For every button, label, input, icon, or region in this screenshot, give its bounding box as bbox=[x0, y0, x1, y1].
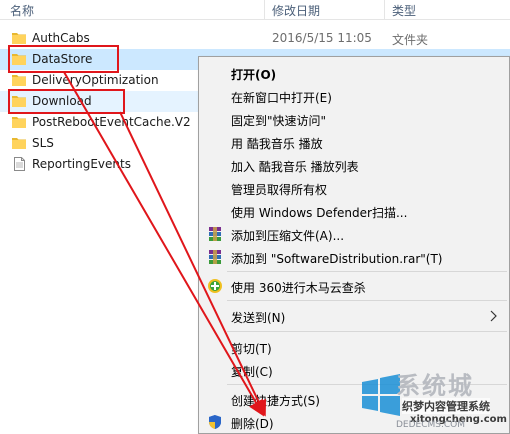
chevron-right-icon bbox=[490, 310, 497, 322]
menu-item-label: 添加到压缩文件(A)... bbox=[231, 229, 345, 243]
column-divider[interactable] bbox=[264, 0, 265, 20]
360-shield-icon bbox=[208, 279, 222, 293]
menu-item-label: 添加到 "SoftwareDistribution.rar"(T) bbox=[231, 252, 443, 266]
winrar-icon bbox=[209, 250, 221, 264]
menu-item-defender-scan[interactable]: 使用 Windows Defender扫描... bbox=[199, 200, 509, 222]
menu-item-open[interactable]: 打开(O) bbox=[199, 62, 509, 84]
folder-icon bbox=[12, 33, 26, 44]
menu-item-label: 加入 酷我音乐 播放列表 bbox=[231, 160, 359, 174]
file-icon bbox=[14, 157, 25, 171]
menu-item-add-rar[interactable]: 添加到 "SoftwareDistribution.rar"(T) bbox=[199, 246, 509, 268]
file-name: ReportingEvents bbox=[32, 157, 131, 171]
menu-item-label: 在新窗口中打开(E) bbox=[231, 91, 332, 105]
column-header: 名称 修改日期 类型 bbox=[0, 0, 510, 20]
column-type-header[interactable]: 类型 bbox=[392, 2, 416, 19]
winrar-icon bbox=[209, 227, 221, 241]
menu-item-label: 打开(O) bbox=[231, 68, 277, 82]
file-name: PostRebootEventCache.V2 bbox=[32, 115, 191, 129]
menu-item-cut[interactable]: 剪切(T) bbox=[199, 336, 509, 358]
menu-item-label: 复制(C) bbox=[231, 365, 273, 379]
menu-item-label: 管理员取得所有权 bbox=[231, 183, 328, 197]
watermark-cms-text: 织梦内容管理系统 bbox=[402, 398, 490, 414]
menu-item-label: 固定到"快速访问" bbox=[231, 114, 327, 128]
folder-icon bbox=[12, 138, 26, 149]
column-divider[interactable] bbox=[384, 0, 385, 20]
file-name: DeliveryOptimization bbox=[32, 73, 159, 87]
menu-item-send-to[interactable]: 发送到(N) bbox=[199, 305, 509, 327]
menu-item-label: 使用 Windows Defender扫描... bbox=[231, 206, 408, 220]
watermark-url: DEDECMS.COM bbox=[396, 420, 465, 430]
menu-item-play-kugou[interactable]: 用 酷我音乐 播放 bbox=[199, 131, 509, 153]
menu-item-open-new-window[interactable]: 在新窗口中打开(E) bbox=[199, 85, 509, 107]
menu-separator bbox=[227, 331, 507, 332]
menu-item-add-kugou-playlist[interactable]: 加入 酷我音乐 播放列表 bbox=[199, 154, 509, 176]
column-name-header[interactable]: 名称 bbox=[10, 2, 34, 19]
file-type: 文件夹 bbox=[392, 33, 429, 47]
menu-separator bbox=[227, 271, 507, 272]
watermark: 系统城 织梦内容管理系统 xitongcheng.com DEDECMS.COM bbox=[356, 362, 510, 434]
menu-item-add-archive[interactable]: 添加到压缩文件(A)... bbox=[199, 223, 509, 245]
menu-item-label: 使用 360进行木马云查杀 bbox=[231, 281, 366, 295]
uac-shield-icon bbox=[209, 415, 221, 429]
file-name: SLS bbox=[32, 136, 54, 150]
folder-icon bbox=[12, 117, 26, 128]
watermark-title: 系统城 bbox=[396, 372, 474, 400]
menu-item-label: 剪切(T) bbox=[231, 342, 272, 356]
folder-icon bbox=[12, 75, 26, 86]
menu-item-pin-quick-access[interactable]: 固定到"快速访问" bbox=[199, 108, 509, 130]
menu-item-label: 用 酷我音乐 播放 bbox=[231, 137, 323, 151]
menu-item-take-ownership[interactable]: 管理员取得所有权 bbox=[199, 177, 509, 199]
file-date: 2016/5/15 11:05 bbox=[272, 31, 372, 45]
menu-item-label: 发送到(N) bbox=[231, 311, 286, 325]
menu-item-label: 创建快捷方式(S) bbox=[231, 394, 320, 408]
annotation-box-datastore bbox=[8, 45, 119, 73]
menu-item-360-scan[interactable]: 使用 360进行木马云查杀 bbox=[199, 275, 509, 297]
menu-separator bbox=[227, 300, 507, 301]
menu-item-label: 删除(D) bbox=[231, 417, 274, 431]
file-name: AuthCabs bbox=[32, 31, 90, 45]
annotation-box-download bbox=[8, 89, 125, 114]
column-date-header[interactable]: 修改日期 bbox=[272, 2, 320, 19]
